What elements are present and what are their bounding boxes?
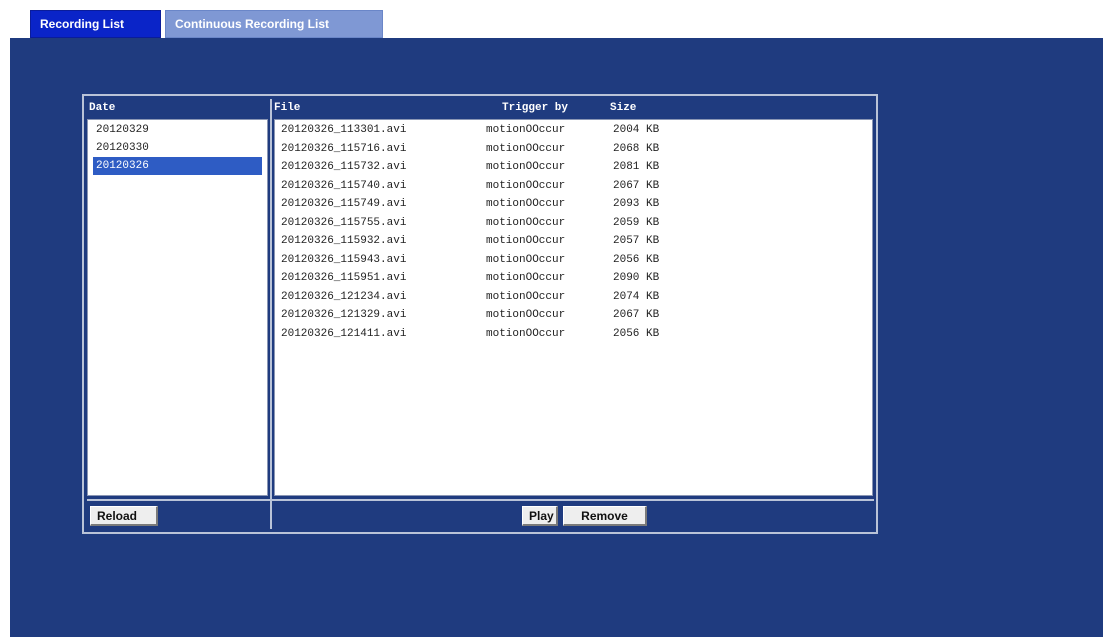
size-cell: 2004 KB xyxy=(613,124,660,136)
file-row[interactable]: 20120326_115732.avi motionOOccur 2081 KB xyxy=(275,158,872,177)
size-cell: 2059 KB xyxy=(613,216,660,229)
trigger-cell: motionOOccur xyxy=(486,216,566,229)
file-row[interactable]: 20120326_121411.avi motionOOccur 2056 KB xyxy=(275,325,872,344)
file-list-header: File Trigger by Size xyxy=(272,99,873,117)
file-row[interactable]: 20120326_115749.avi motionOOccur 2093 KB xyxy=(275,195,872,214)
column-divider xyxy=(270,99,272,529)
file-row[interactable]: 20120326_121234.avi motionOOccur 2074 KB xyxy=(275,288,872,307)
date-item[interactable]: 20120330 xyxy=(93,139,262,157)
file-name-cell: 20120326_115755.avi xyxy=(281,216,407,229)
file-name-cell: 20120326_115932.avi xyxy=(281,235,407,247)
file-row[interactable]: 20120326_115932.avi motionOOccur 2057 KB xyxy=(275,232,872,251)
date-list[interactable]: 20120329 20120330 20120326 xyxy=(87,119,268,496)
play-button[interactable]: Play xyxy=(522,506,558,526)
remove-button[interactable]: Remove xyxy=(563,506,647,526)
trigger-cell: motionOOccur xyxy=(486,327,566,340)
size-cell: 2056 KB xyxy=(613,253,660,266)
size-cell: 2074 KB xyxy=(613,290,660,303)
file-row[interactable]: 20120326_113301.avi motionOOccur 2004 KB xyxy=(275,121,872,140)
trigger-cell: motionOOccur xyxy=(486,124,566,136)
trigger-cell: motionOOccur xyxy=(486,309,566,321)
trigger-cell: motionOOccur xyxy=(486,253,566,266)
file-column-header: File xyxy=(274,102,301,114)
recording-browser: Date File Trigger by Size 20120329 20120… xyxy=(82,94,878,534)
file-row[interactable]: 20120326_121329.avi motionOOccur 2067 KB xyxy=(275,306,872,325)
trigger-cell: motionOOccur xyxy=(486,179,566,192)
trigger-cell: motionOOccur xyxy=(486,198,566,210)
date-column-header: Date xyxy=(87,99,268,117)
trigger-cell: motionOOccur xyxy=(486,161,566,173)
file-name-cell: 20120326_121329.avi xyxy=(281,309,407,321)
file-list[interactable]: 20120326_113301.avi motionOOccur 2004 KB 20… xyxy=(274,119,873,496)
size-cell: 2068 KB xyxy=(613,142,660,155)
main-panel: Date File Trigger by Size 20120329 20120… xyxy=(10,38,1103,637)
size-cell: 2090 KB xyxy=(613,272,660,284)
date-item[interactable]: 20120329 xyxy=(93,121,262,139)
file-name-cell: 20120326_115943.avi xyxy=(281,253,407,266)
file-name-cell: 20120326_115951.avi xyxy=(281,272,407,284)
file-row[interactable]: 20120326_115740.avi motionOOccur 2067 KB xyxy=(275,177,872,196)
tab-bar: Recording List Continuous Recording List xyxy=(30,10,383,38)
size-cell: 2067 KB xyxy=(613,179,660,192)
tab-recording-list[interactable]: Recording List xyxy=(30,10,161,38)
trigger-cell: motionOOccur xyxy=(486,272,566,284)
file-row[interactable]: 20120326_115943.avi motionOOccur 2056 KB xyxy=(275,251,872,270)
size-cell: 2093 KB xyxy=(613,198,660,210)
file-name-cell: 20120326_115732.avi xyxy=(281,161,407,173)
file-name-cell: 20120326_113301.avi xyxy=(281,124,407,136)
size-cell: 2081 KB xyxy=(613,161,660,173)
size-cell: 2057 KB xyxy=(613,235,660,247)
file-name-cell: 20120326_121234.avi xyxy=(281,290,407,303)
file-name-cell: 20120326_115749.avi xyxy=(281,198,407,210)
size-cell: 2056 KB xyxy=(613,327,660,340)
date-item-selected[interactable]: 20120326 xyxy=(93,157,262,175)
file-row[interactable]: 20120326_115716.avi motionOOccur 2068 KB xyxy=(275,140,872,159)
trigger-column-header: Trigger by xyxy=(502,102,569,114)
size-column-header: Size xyxy=(610,102,637,114)
trigger-cell: motionOOccur xyxy=(486,235,566,247)
file-name-cell: 20120326_115716.avi xyxy=(281,142,407,155)
size-cell: 2067 KB xyxy=(613,309,660,321)
footer-divider xyxy=(87,499,874,501)
file-row[interactable]: 20120326_115951.avi motionOOccur 2090 KB xyxy=(275,269,872,288)
file-name-cell: 20120326_115740.avi xyxy=(281,179,407,192)
file-row[interactable]: 20120326_115755.avi motionOOccur 2059 KB xyxy=(275,214,872,233)
reload-button[interactable]: Reload xyxy=(90,506,158,526)
tab-continuous-recording-list[interactable]: Continuous Recording List xyxy=(165,10,383,38)
file-name-cell: 20120326_121411.avi xyxy=(281,327,407,340)
trigger-cell: motionOOccur xyxy=(486,290,566,303)
trigger-cell: motionOOccur xyxy=(486,142,566,155)
